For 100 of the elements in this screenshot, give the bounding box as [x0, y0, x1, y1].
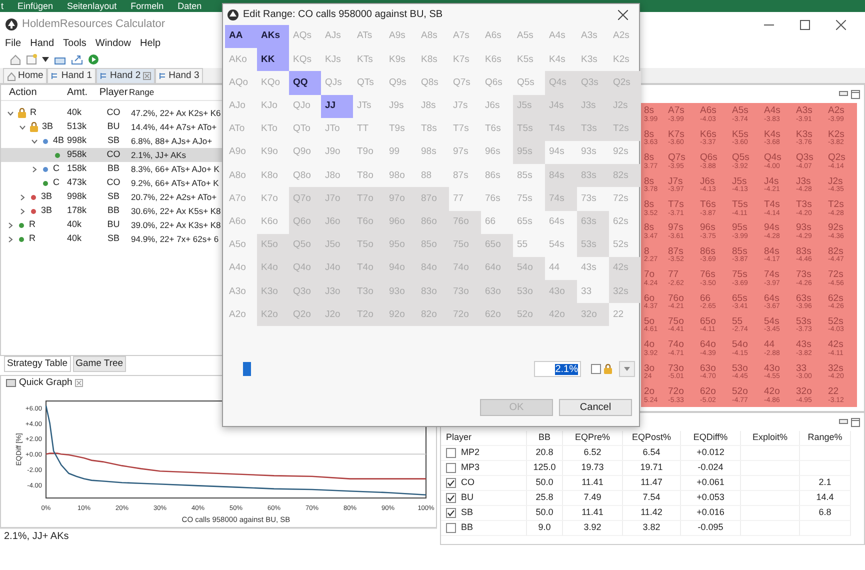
ribbon-tab[interactable]: Daten [178, 0, 202, 12]
hand-cell[interactable]: AJo [225, 94, 257, 118]
hand-cell[interactable]: 66 [481, 210, 513, 234]
hand-cell[interactable]: KJo [257, 94, 289, 118]
home-icon[interactable] [10, 54, 21, 65]
hand-cell[interactable]: T5o [353, 234, 385, 257]
hand-cell[interactable]: K8o [257, 164, 289, 188]
hand-cell[interactable]: 65o [481, 234, 513, 257]
hand-cell[interactable]: Q3o [289, 280, 321, 304]
hand-cell[interactable]: J6s [481, 94, 513, 118]
hand-cell[interactable]: T6o [353, 210, 385, 234]
hand-cell[interactable]: K3o [257, 280, 289, 304]
column-header[interactable]: EQPost% [623, 431, 681, 446]
hand-cell[interactable]: 95s [513, 140, 545, 164]
slider-thumb[interactable] [242, 362, 251, 376]
column-header[interactable]: Amt. [67, 85, 98, 100]
hand-cell[interactable]: 76o [449, 210, 481, 234]
chevron-right-icon[interactable] [7, 236, 14, 242]
hand-cell[interactable]: 96s [481, 140, 513, 164]
hand-cell[interactable]: A2o [225, 303, 257, 326]
checkbox[interactable] [446, 493, 456, 503]
hand-cell[interactable]: K4s [545, 48, 577, 72]
menu-item[interactable]: File [5, 36, 22, 51]
hand-cell[interactable]: 43s [577, 256, 609, 280]
hand-cell[interactable]: J4o [321, 256, 353, 280]
hand-cell[interactable]: J6o [321, 210, 353, 234]
hand-cell[interactable]: 94s [545, 140, 577, 164]
hand-cell[interactable]: 77 [449, 187, 481, 210]
column-header[interactable]: Exploit% [741, 431, 800, 446]
hand-cell[interactable]: 32s [609, 280, 641, 304]
hand-cell[interactable]: 74s [545, 187, 577, 210]
tab[interactable]: Hand 3 [154, 68, 204, 83]
hand-cell[interactable]: J5s [513, 94, 545, 118]
tab[interactable]: Hand 1 [47, 68, 96, 83]
hand-cell[interactable]: T5s [513, 118, 545, 141]
hand-cell[interactable]: A2s [609, 25, 641, 48]
hand-cell[interactable]: 76s [481, 187, 513, 210]
hand-cell[interactable]: Q6o [289, 210, 321, 234]
hand-cell[interactable]: 54s [545, 234, 577, 257]
hand-cell[interactable]: A4s [545, 25, 577, 48]
menu-item[interactable]: Hand [30, 36, 54, 51]
hand-cell[interactable]: J3s [577, 94, 609, 118]
dropdown-button[interactable] [619, 361, 635, 378]
hand-cell[interactable]: 93o [385, 280, 417, 304]
hand-cell[interactable]: K2s [609, 48, 641, 72]
hand-cell[interactable]: 73s [577, 187, 609, 210]
hand-cell[interactable]: T2s [609, 118, 641, 141]
hand-cell[interactable]: T3s [577, 118, 609, 141]
hand-cell[interactable]: KQs [289, 48, 321, 72]
hand-cell[interactable]: T6s [481, 118, 513, 141]
hand-cell[interactable]: 64s [545, 210, 577, 234]
hand-cell[interactable]: J9s [385, 94, 417, 118]
minimize-icon[interactable] [839, 91, 848, 97]
hand-cell[interactable]: 87o [417, 187, 449, 210]
maximize-icon[interactable] [851, 90, 860, 98]
hand-cell[interactable]: 86o [417, 210, 449, 234]
hand-cell[interactable]: 43o [545, 280, 577, 304]
hand-cell[interactable]: T7s [449, 118, 481, 141]
hand-cell[interactable]: 92o [385, 303, 417, 326]
hand-cell[interactable]: 84o [417, 256, 449, 280]
tab[interactable]: Home [3, 68, 48, 83]
hand-cell[interactable]: K6s [481, 48, 513, 72]
hand-cell[interactable]: J8o [321, 164, 353, 188]
hand-cell[interactable]: KQo [257, 71, 289, 95]
hand-cell[interactable]: J2s [609, 94, 641, 118]
tab[interactable]: Strategy Table [4, 356, 71, 372]
hand-cell[interactable]: QQ [289, 71, 321, 95]
hand-cell[interactable]: KTs [353, 48, 385, 72]
hand-cell[interactable]: 82o [417, 303, 449, 326]
hand-cell[interactable]: A7s [449, 25, 481, 48]
hand-cell[interactable]: 94o [385, 256, 417, 280]
hand-cell[interactable]: Q8o [289, 164, 321, 188]
ribbon-tab[interactable]: Formeln [130, 0, 164, 12]
hand-cell[interactable]: Q4s [545, 71, 577, 95]
hand-cell[interactable]: AJs [321, 25, 353, 48]
column-header[interactable]: Range% [800, 431, 851, 446]
hand-cell[interactable]: 42s [609, 256, 641, 280]
hand-cell[interactable]: 54o [513, 256, 545, 280]
hand-cell[interactable]: 92s [609, 140, 641, 164]
hand-cell[interactable]: A4o [225, 256, 257, 280]
hand-cell[interactable]: AKs [257, 25, 289, 48]
hand-cell[interactable]: JTs [353, 94, 385, 118]
hand-cell[interactable]: AQo [225, 71, 257, 95]
hand-cell[interactable]: T8o [353, 164, 385, 188]
hand-cell[interactable]: 33 [577, 280, 609, 304]
hand-cell[interactable]: 83o [417, 280, 449, 304]
hand-cell[interactable]: K5s [513, 48, 545, 72]
chevron-down-icon[interactable] [19, 124, 26, 130]
chevron-down-icon[interactable] [7, 110, 14, 116]
play-icon[interactable] [88, 54, 99, 65]
hand-cell[interactable]: 65s [513, 210, 545, 234]
chevron-right-icon[interactable] [7, 222, 14, 228]
hand-cell[interactable]: Q7s [449, 71, 481, 95]
hand-cell[interactable]: 53s [577, 234, 609, 257]
checkbox[interactable] [446, 523, 456, 533]
hand-cell[interactable]: A8o [225, 164, 257, 188]
column-header[interactable]: EQDiff% [681, 431, 741, 446]
hand-cell[interactable]: 87s [449, 164, 481, 188]
checkbox[interactable] [446, 448, 456, 458]
percent-field[interactable]: 2.1% [534, 361, 581, 378]
